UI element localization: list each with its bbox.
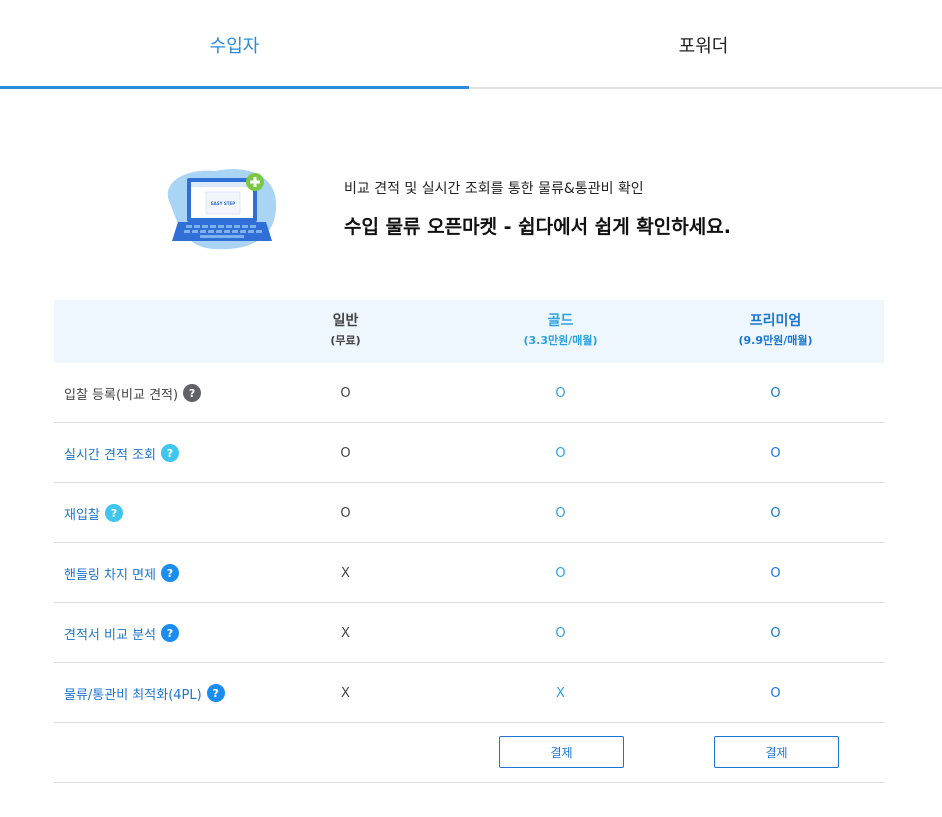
table-row: 핸들링 차지 면제 ? X O O	[54, 543, 884, 603]
cell-gold: X	[556, 685, 565, 701]
cell-gold: O	[555, 445, 566, 461]
plan-comparison-table: 일반 (무료) 골드 (3.3만원/매월) 프리미엄 (9.9만원/매월) 입찰…	[54, 300, 884, 783]
help-icon[interactable]: ?	[161, 444, 179, 462]
laptop-illustration: EASY STEP	[167, 169, 277, 250]
payment-row: 결제 결제	[54, 723, 884, 783]
easy-step-label: EASY STEP	[211, 201, 235, 206]
feature-label: 실시간 견적 조회 ?	[64, 423, 179, 483]
help-icon[interactable]: ?	[183, 384, 202, 402]
plan-name: 골드	[547, 313, 574, 329]
plan-price: (3.3만원/매월)	[523, 334, 598, 347]
plan-price: (9.9만원/매월)	[738, 334, 813, 347]
table-row: 견적서 비교 분석 ? X O O	[54, 603, 884, 663]
plan-header-premium: 프리미엄 (9.9만원/매월)	[668, 312, 883, 350]
help-icon[interactable]: ?	[206, 684, 225, 702]
help-icon[interactable]: ?	[104, 504, 123, 522]
pay-button-premium[interactable]: 결제	[714, 736, 839, 768]
feature-label: 핸들링 차지 면제 ?	[64, 543, 179, 603]
feature-name: 입찰 등록(비교 견적)	[64, 387, 179, 403]
feature-name: 견적서 비교 분석	[64, 627, 156, 643]
help-icon[interactable]: ?	[161, 564, 179, 582]
plan-header-gold: 골드 (3.3만원/매월)	[453, 312, 668, 350]
cell-free: X	[341, 685, 350, 701]
feature-name: 물류/통관비 최적화(4PL)	[64, 687, 202, 703]
tab-forwarder[interactable]: 포워더	[469, 0, 938, 89]
active-tab-indicator	[0, 86, 469, 89]
cell-premium: O	[770, 625, 781, 641]
feature-label: 입찰 등록(비교 견적) ?	[64, 363, 202, 423]
table-row: 재입찰 ? O O O	[54, 483, 884, 543]
tab-bar: 수입자 포워더	[0, 0, 942, 89]
cell-premium: O	[770, 565, 781, 581]
cell-gold: O	[555, 385, 566, 401]
feature-label: 견적서 비교 분석 ?	[64, 603, 179, 663]
hero-title: 수입 물류 오픈마켓 - 쉽다에서 쉽게 확인하세요.	[344, 216, 731, 238]
table-header: 일반 (무료) 골드 (3.3만원/매월) 프리미엄 (9.9만원/매월)	[54, 300, 884, 363]
table-row: 입찰 등록(비교 견적) ? O O O	[54, 363, 884, 423]
plan-price: (무료)	[330, 334, 361, 347]
help-icon[interactable]: ?	[161, 624, 179, 642]
plan-header-free: 일반 (무료)	[238, 312, 453, 350]
feature-name: 재입찰	[64, 507, 100, 523]
cell-premium: O	[770, 445, 781, 461]
feature-name: 실시간 견적 조회	[64, 447, 156, 463]
hero-subtitle: 비교 견적 및 실시간 조회를 통한 물류&통관비 확인	[344, 181, 644, 197]
cell-free: X	[341, 565, 350, 581]
cell-premium: O	[770, 385, 781, 401]
plan-name: 일반	[332, 313, 359, 329]
table-row: 실시간 견적 조회 ? O O O	[54, 423, 884, 483]
feature-label: 물류/통관비 최적화(4PL) ?	[64, 663, 225, 723]
feature-name: 핸들링 차지 면제	[64, 567, 156, 583]
cell-free: O	[340, 445, 351, 461]
feature-label: 재입찰 ?	[64, 483, 123, 543]
cell-premium: O	[770, 505, 781, 521]
cell-gold: O	[555, 625, 566, 641]
table-row: 물류/통관비 최적화(4PL) ? X X O	[54, 663, 884, 723]
cell-free: O	[340, 505, 351, 521]
plan-name: 프리미엄	[749, 313, 802, 329]
cell-free: O	[340, 385, 351, 401]
cell-gold: O	[555, 565, 566, 581]
cell-gold: O	[555, 505, 566, 521]
tab-importer[interactable]: 수입자	[0, 0, 469, 89]
cell-premium: O	[770, 685, 781, 701]
pay-button-gold[interactable]: 결제	[499, 736, 624, 768]
cell-free: X	[341, 625, 350, 641]
